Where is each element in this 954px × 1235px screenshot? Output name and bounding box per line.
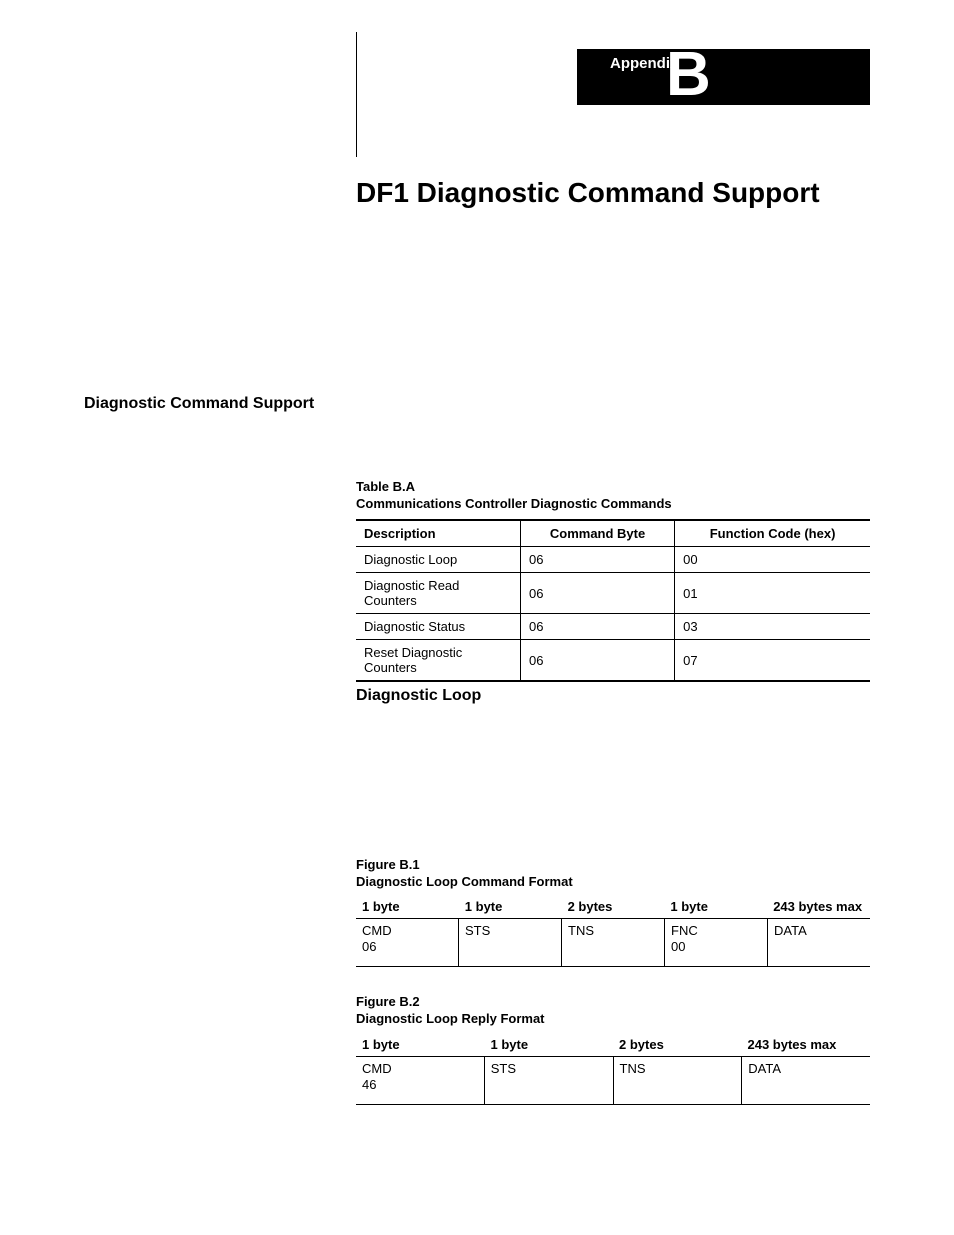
- fig-header: 1 byte: [356, 1033, 485, 1057]
- table-row: Diagnostic Status 06 03: [356, 614, 870, 640]
- cell: Diagnostic Status: [356, 614, 520, 640]
- figure-1-caption-line2: Diagnostic Loop Command Format: [356, 874, 573, 889]
- figure-1-caption-line1: Figure B.1: [356, 857, 420, 872]
- fig-cell: TNS: [613, 1057, 742, 1105]
- figure-1: 1 byte 1 byte 2 bytes 1 byte 243 bytes m…: [356, 895, 870, 967]
- fig-header: 1 byte: [664, 895, 767, 919]
- fig-header: 2 bytes: [562, 895, 665, 919]
- figure-2: 1 byte 1 byte 2 bytes 243 bytes max CMD …: [356, 1033, 870, 1105]
- cell: 00: [675, 547, 870, 573]
- col-header-function-code: Function Code (hex): [675, 520, 870, 547]
- cell: Reset Diagnostic Counters: [356, 640, 520, 682]
- cell: 06: [520, 547, 674, 573]
- figure-2-caption: Figure B.2 Diagnostic Loop Reply Format: [356, 994, 545, 1028]
- fig-cell: FNC 00: [664, 919, 767, 967]
- cell: 06: [520, 614, 674, 640]
- cell: 06: [520, 573, 674, 614]
- table-row: Diagnostic Read Counters 06 01: [356, 573, 870, 614]
- table-row: Reset Diagnostic Counters 06 07: [356, 640, 870, 682]
- appendix-letter: B: [666, 44, 711, 106]
- page-title: DF1 Diagnostic Command Support: [356, 177, 820, 209]
- figure-1-body-row: CMD 06 STS TNS FNC 00 DATA: [356, 919, 870, 967]
- appendix-banner: Appendix B: [577, 49, 870, 105]
- cell: Diagnostic Loop: [356, 547, 520, 573]
- fig-header: 1 byte: [485, 1033, 614, 1057]
- figure-2-body-row: CMD 46 STS TNS DATA: [356, 1057, 870, 1105]
- fig-cell: STS: [458, 919, 561, 967]
- subsection-heading: Diagnostic Loop: [356, 686, 481, 707]
- col-header-description: Description: [356, 520, 520, 547]
- section-heading: Diagnostic Command Support: [84, 395, 314, 413]
- cell: 01: [675, 573, 870, 614]
- cell: 03: [675, 614, 870, 640]
- figure-2-header-row: 1 byte 1 byte 2 bytes 243 bytes max: [356, 1033, 870, 1057]
- fig-cell: TNS: [561, 919, 664, 967]
- table-a: Description Command Byte Function Code (…: [356, 519, 870, 682]
- fig-cell: CMD 06: [356, 919, 458, 967]
- fig-cell: DATA: [767, 919, 870, 967]
- cell: Diagnostic Read Counters: [356, 573, 520, 614]
- fig-header: 243 bytes max: [742, 1033, 871, 1057]
- figure-2-caption-line2: Diagnostic Loop Reply Format: [356, 1011, 545, 1026]
- fig-cell: STS: [484, 1057, 613, 1105]
- table-a-caption-line2: Communications Controller Diagnostic Com…: [356, 496, 672, 511]
- figure-1-header-row: 1 byte 1 byte 2 bytes 1 byte 243 bytes m…: [356, 895, 870, 919]
- fig-header: 1 byte: [459, 895, 562, 919]
- header-vertical-rule: [356, 32, 357, 157]
- cell: 06: [520, 640, 674, 682]
- col-header-command-byte: Command Byte: [520, 520, 674, 547]
- fig-cell: CMD 46: [356, 1057, 484, 1105]
- fig-cell: DATA: [741, 1057, 870, 1105]
- cell: 07: [675, 640, 870, 682]
- figure-2-caption-line1: Figure B.2: [356, 994, 420, 1009]
- fig-header: 1 byte: [356, 895, 459, 919]
- table-row: Description Command Byte Function Code (…: [356, 520, 870, 547]
- table-a-caption-line1: Table B.A: [356, 479, 415, 494]
- figure-1-caption: Figure B.1 Diagnostic Loop Command Forma…: [356, 857, 573, 891]
- fig-header: 243 bytes max: [767, 895, 870, 919]
- table-row: Diagnostic Loop 06 00: [356, 547, 870, 573]
- table-a-caption: Table B.A Communications Controller Diag…: [356, 479, 672, 513]
- fig-header: 2 bytes: [613, 1033, 742, 1057]
